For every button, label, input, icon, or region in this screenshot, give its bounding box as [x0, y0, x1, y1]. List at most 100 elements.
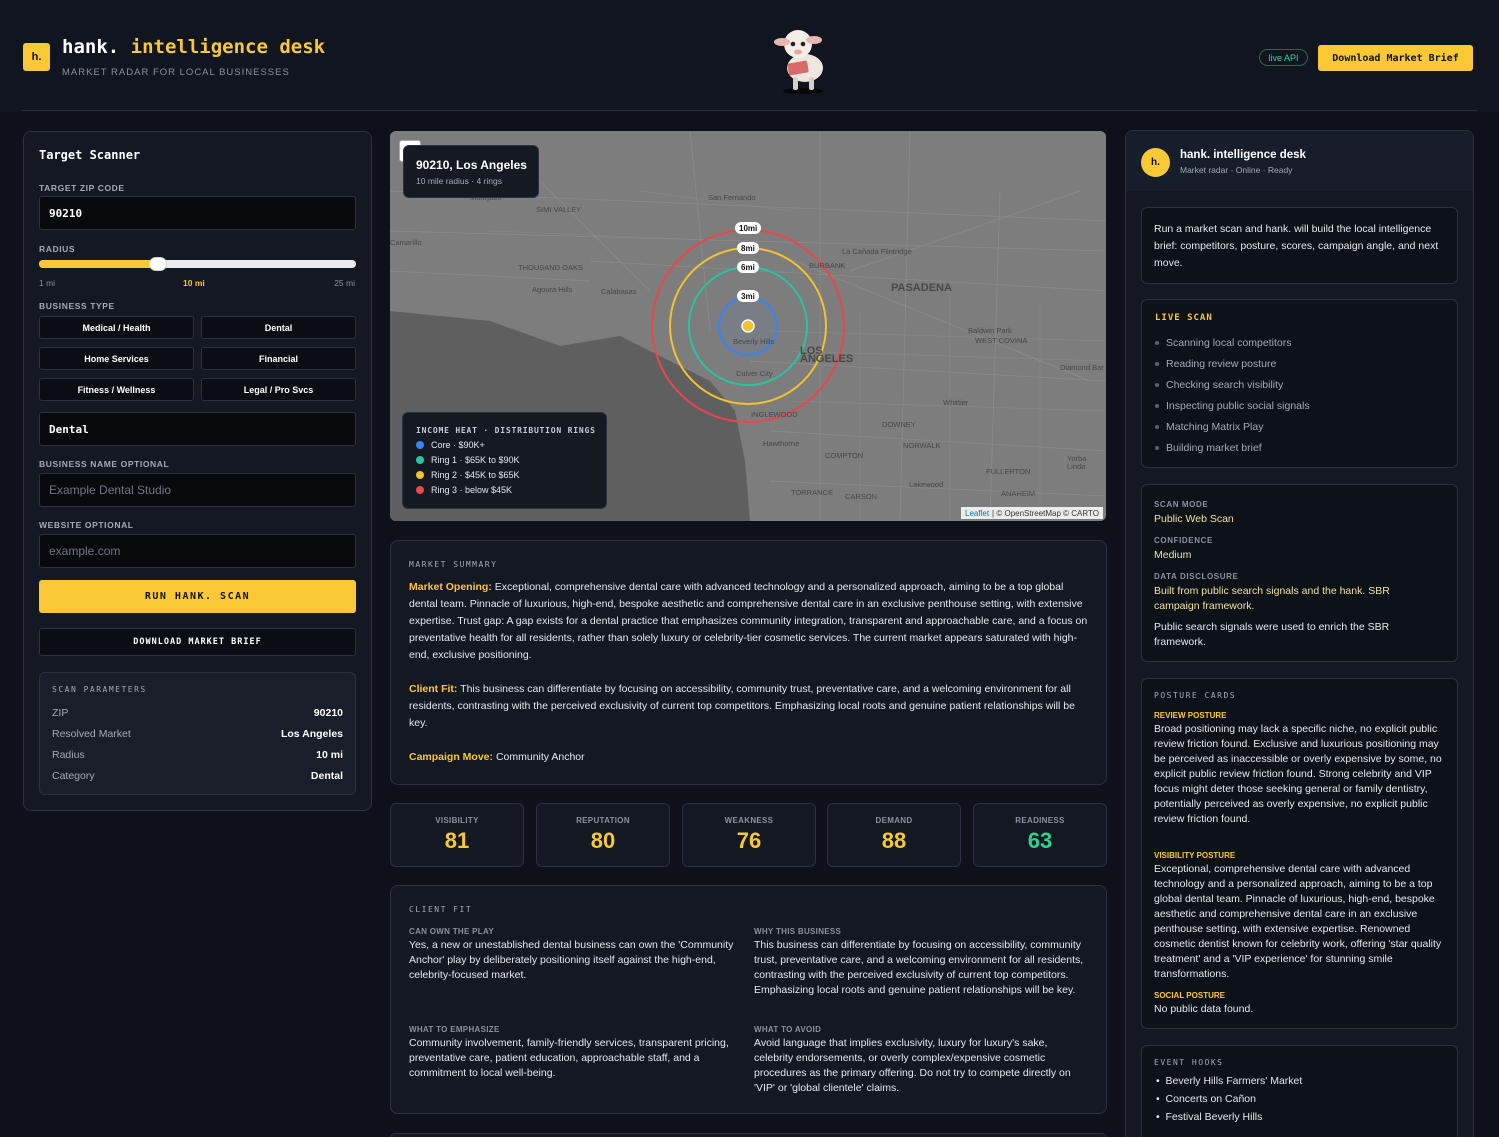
website-label: WEBSITE OPTIONAL [39, 520, 134, 530]
fit-label: Client Fit: [409, 683, 458, 695]
legend-label: Ring 1 · $65K to $90K [431, 455, 520, 465]
demand-score-card: DEMAND 88 [827, 803, 961, 867]
param-key: Radius [52, 749, 85, 761]
type-medical-health-button[interactable]: Medical / Health [39, 316, 194, 339]
zip-label: TARGET ZIP CODE [39, 183, 125, 193]
legend-label: Ring 3 · below $45K [431, 485, 513, 495]
visibility-score-card: VISIBILITY 81 [390, 803, 524, 867]
can-own-text: Yes, a new or unestablished dental busin… [409, 939, 734, 981]
why-block: WHY THIS BUSINESS This business can diffe… [754, 927, 1084, 998]
market-opening-text: Market Opening: Exceptional, comprehensi… [409, 579, 1088, 664]
business-type-select[interactable]: Dental [39, 412, 356, 446]
download-brief-button[interactable]: DOWNLOAD MARKET BRIEF [39, 628, 356, 656]
ring-label: 10mi [735, 222, 762, 234]
place-label: PASADENA [891, 282, 952, 294]
radius-slider-thumb[interactable] [148, 257, 167, 271]
avoid-block: WHAT TO AVOID Avoid language that implies… [754, 1025, 1084, 1096]
place-label: Yorba Linda [1067, 454, 1087, 471]
intelligence-desk-panel: h. hank. intelligence desk Market radar … [1125, 130, 1474, 1137]
metric-value: 80 [590, 828, 616, 853]
legend-item: Core · $90K+ [416, 440, 485, 450]
next-panel-edge [390, 1133, 1107, 1137]
scan-step-label: Matching Matrix Play [1166, 421, 1264, 433]
why-label: WHY THIS BUSINESS [754, 927, 842, 936]
radius-max: 25 mi [334, 278, 355, 288]
emphasize-block: WHAT TO EMPHASIZE Community involvement, … [409, 1025, 739, 1081]
radius-label: RADIUS [39, 244, 76, 254]
opening-body: Exceptional, comprehensive dental care w… [409, 581, 1088, 661]
type-fitness-wellness-button[interactable]: Fitness / Wellness [39, 378, 194, 401]
live-scan-card: LIVE SCAN Scanning local competitors Rea… [1141, 299, 1458, 468]
avoid-label: WHAT TO AVOID [754, 1025, 822, 1034]
radius-min: 1 mi [39, 278, 56, 288]
scan-meta-card: SCAN MODE Public Web Scan CONFIDENCE Med… [1141, 484, 1458, 662]
scan-step-label: Checking search visibility [1166, 379, 1284, 391]
run-scan-button[interactable]: RUN HANK. SCAN [39, 580, 356, 613]
logo-mark: h. [23, 43, 50, 71]
type-home-services-button[interactable]: Home Services [39, 347, 194, 370]
scan-step: Reading review posture [1155, 358, 1276, 370]
leaflet-link[interactable]: Leaflet [965, 509, 989, 518]
client-fit-text: Client Fit: This business can differenti… [409, 681, 1088, 732]
header-divider [22, 110, 1477, 111]
event-label: Festival Beverly Hills [1165, 1111, 1263, 1123]
center-pin-icon[interactable] [741, 319, 755, 333]
market-summary-panel: MARKET SUMMARY Market Opening: Exception… [390, 540, 1107, 785]
bullet-icon [1155, 383, 1159, 387]
legend-dot-icon [416, 456, 424, 464]
legend-label: Core · $90K+ [431, 440, 485, 450]
scan-step-label: Scanning local competitors [1166, 337, 1292, 349]
scan-step: Scanning local competitors [1155, 337, 1291, 349]
radius-value: 10 mi [183, 278, 205, 288]
live-api-badge: live API [1259, 49, 1308, 66]
business-name-input[interactable]: Example Dental Studio [39, 473, 356, 507]
legend-dot-icon [416, 486, 424, 494]
map-title: 90210, Los Angeles [416, 158, 527, 172]
website-input[interactable]: example.com [39, 534, 356, 568]
place-label: LOS ANGELES [800, 345, 854, 365]
scan-mode-label: SCAN MODE [1154, 500, 1209, 509]
can-own-label: CAN OWN THE PLAY [409, 927, 494, 936]
place-label: Baldwin Park [968, 326, 1012, 335]
type-dental-button[interactable]: Dental [201, 316, 356, 339]
param-value: Los Angeles [280, 728, 343, 740]
map-title-card: 90210, Los Angeles 10 mile radius · 4 ri… [403, 145, 539, 198]
place-label: ANAHEIM [1001, 489, 1036, 498]
radius-slider-track[interactable] [39, 257, 356, 271]
radius-slider-fill [39, 260, 158, 268]
legend-item: Ring 2 · $45K to $65K [416, 470, 520, 480]
place-label: Agoura Hills [532, 285, 573, 294]
ring-label: 3mi [737, 290, 759, 302]
type-financial-button[interactable]: Financial [201, 347, 356, 370]
place-label: SIMI VALLEY [536, 205, 582, 214]
business-type-label: BUSINESS TYPE [39, 301, 115, 311]
desk-intro-card: Run a market scan and hank. will build t… [1141, 207, 1458, 284]
bullet-icon [1155, 341, 1159, 345]
place-label: BURBANK [809, 261, 846, 270]
zip-input[interactable]: 90210 [39, 196, 356, 230]
place-label: TORRANCE [791, 488, 833, 497]
scan-step-label: Building market brief [1166, 442, 1262, 454]
brand-name: hank. [62, 36, 120, 58]
param-value: 10 mi [316, 749, 343, 761]
brand-suffix: intelligence desk [130, 36, 326, 58]
client-fit-panel: CLIENT FIT CAN OWN THE PLAY Yes, a new or… [390, 885, 1107, 1114]
param-key: Resolved Market [52, 728, 131, 740]
summary-title: MARKET SUMMARY [409, 560, 498, 569]
market-map[interactable]: 10mi 8mi 6mi 3mi San Fernando SIMI VALLEY Cam… [390, 131, 1106, 521]
legend-title: INCOME HEAT · DISTRIBUTION RINGS [416, 426, 596, 435]
why-text: This business can differentiate by focus… [754, 939, 1084, 996]
metric-label: READINESS [1015, 816, 1065, 825]
place-label: CARSON [845, 492, 878, 501]
app-header: h. hank. intelligence desk MARKET RADAR … [0, 0, 1499, 112]
scan-parameters-title: SCAN PARAMETERS [52, 685, 147, 694]
brand-title: hank. intelligence desk [62, 36, 325, 58]
type-legal-pro-button[interactable]: Legal / Pro Svcs [201, 378, 356, 401]
disclosure-note: Public search signals were used to enric… [1154, 621, 1390, 648]
review-posture-label: REVIEW POSTURE [1154, 711, 1227, 720]
metric-label: WEAKNESS [724, 816, 774, 825]
scan-step-label: Reading review posture [1166, 358, 1277, 370]
desk-name: hank. intelligence desk [1180, 149, 1306, 161]
social-posture-label: SOCIAL POSTURE [1154, 991, 1225, 1000]
download-market-brief-button[interactable]: Download Market Brief [1318, 45, 1473, 71]
